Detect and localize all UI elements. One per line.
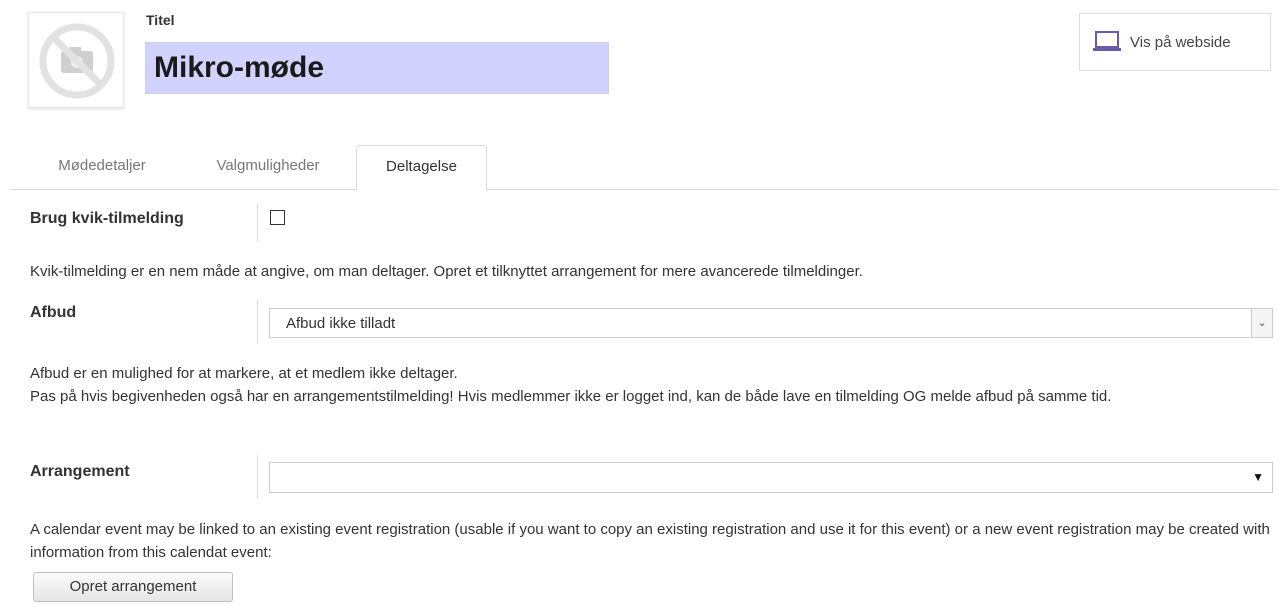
create-event-button[interactable]: Opret arrangement: [33, 572, 233, 602]
event-select[interactable]: ▼: [269, 462, 1273, 493]
title-label: Titel: [146, 12, 175, 28]
quick-signup-checkbox[interactable]: [270, 210, 285, 225]
cancellation-selected-value: Afbud ikke tilladt: [286, 315, 396, 332]
separator: [257, 300, 258, 344]
quick-signup-label: Brug kvik-tilmelding: [30, 210, 184, 227]
chevron-down-icon[interactable]: ⌄: [1251, 309, 1272, 337]
separator: [257, 455, 258, 499]
cancellation-select[interactable]: Afbud ikke tilladt ⌄: [269, 308, 1273, 338]
cancellation-help-line1: Afbud er en mulighed for at markere, at …: [30, 365, 458, 382]
separator: [257, 204, 258, 242]
title-input[interactable]: Mikro-møde: [145, 42, 609, 94]
caret-down-icon[interactable]: ▼: [1252, 470, 1264, 484]
no-photo-icon: [39, 23, 115, 99]
cancellation-help-line2: Pas på hvis begivenheden også har en arr…: [30, 388, 1112, 405]
cancellation-label: Afbud: [30, 304, 77, 321]
view-on-website-button[interactable]: Vis på webside: [1079, 13, 1271, 71]
tab-participation[interactable]: Deltagelse: [356, 145, 487, 191]
laptop-icon: [1093, 31, 1121, 51]
avatar-placeholder[interactable]: [28, 12, 124, 108]
tab-options[interactable]: Valgmuligheder: [188, 145, 348, 190]
view-on-website-label: Vis på webside: [1130, 33, 1231, 51]
tab-meeting-details[interactable]: Mødedetaljer: [37, 145, 167, 190]
quick-signup-help: Kvik-tilmelding er en nem måde at angive…: [30, 263, 863, 280]
event-help: A calendar event may be linked to an exi…: [30, 521, 1270, 561]
tab-bar: Mødedetaljer Valgmuligheder Deltagelse: [10, 145, 1279, 191]
cancellation-help: Afbud er en mulighed for at markere, at …: [30, 362, 1270, 408]
event-label: Arrangement: [30, 463, 130, 480]
